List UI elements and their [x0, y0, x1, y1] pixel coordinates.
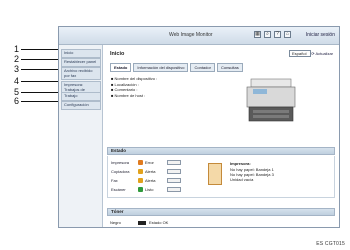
message-line: Unidad vacía — [230, 177, 254, 182]
sidebar-item-home[interactable]: Inicio — [61, 49, 101, 58]
sidebar-item-configuration[interactable]: Configuración — [61, 101, 101, 110]
callout-number: 4 — [14, 76, 20, 86]
toner-level-icon — [138, 220, 146, 225]
ready-icon — [138, 187, 143, 192]
callout-line — [21, 69, 59, 70]
search-icon[interactable]: ⌕ — [264, 31, 271, 38]
toner-row-black: Negro Estado OK — [110, 220, 168, 225]
tab-inquiries[interactable]: Consultas — [216, 63, 243, 72]
toner-color-label: Negro — [110, 220, 121, 225]
printer-image — [246, 78, 296, 122]
callout-number: 3 — [14, 64, 20, 74]
tab-device-info[interactable]: Información del dispositivo — [133, 63, 189, 72]
page-title: Inicio — [110, 51, 125, 57]
status-section-header: Estado — [107, 147, 335, 155]
messages-title: Impresora: — [230, 161, 251, 166]
sidebar: Inicio Restablecer panel Archivo recibid… — [59, 45, 103, 227]
status-section: Impresora Error Copiadora Alerta Fax Ale… — [107, 156, 335, 198]
refresh-label: Actualizar — [315, 51, 333, 56]
status-messages: Impresora: No hay papel: Bandeja 1 No ha… — [230, 161, 274, 182]
callout-line — [21, 49, 59, 50]
status-row-scanner: Escáner Listo — [111, 187, 181, 192]
error-icon — [138, 160, 143, 165]
device-info-list: ■ Nombre del dispositivo : ■ Localizació… — [111, 76, 157, 98]
callout-number: 2 — [14, 54, 20, 64]
callout-number: 1 — [14, 44, 20, 54]
status-gauge — [167, 178, 181, 183]
status-row-copier: Copiadora Alerta — [111, 169, 181, 174]
tab-counter[interactable]: Contador — [190, 63, 215, 72]
paper-tray-icon — [208, 163, 222, 185]
header-icon-group: ▦ ⌕ ? ⌂ — [254, 31, 291, 38]
status-gauge — [167, 187, 181, 192]
grid-icon[interactable]: ▦ — [254, 31, 261, 38]
tab-bar: Estado Información del dispositivo Conta… — [110, 63, 243, 72]
refresh-button[interactable]: ⟳ Actualizar — [311, 51, 333, 56]
app-title: Web Image Monitor — [169, 32, 213, 38]
toner-status: Estado OK — [149, 220, 169, 225]
sidebar-item-reset-panel[interactable]: Restablecer panel — [61, 58, 101, 67]
figure-code: ES CGT015 — [316, 241, 345, 247]
sidebar-item-job[interactable]: Trabajo — [61, 92, 101, 101]
home-icon[interactable]: ⌂ — [284, 31, 291, 38]
main-content: Inicio Español ⟳ Actualizar Estado Infor… — [107, 49, 335, 227]
toner-section-header: Tóner — [107, 208, 335, 216]
language-select[interactable]: Español — [289, 50, 311, 57]
status-row-fax: Fax Alerta — [111, 178, 181, 183]
info-host-name: ■ Nombre de host : — [111, 92, 146, 98]
web-image-monitor-window: Web Image Monitor ▦ ⌕ ? ⌂ Iniciar sesión… — [58, 26, 340, 228]
alert-icon — [138, 178, 143, 183]
callout-number: 6 — [14, 96, 20, 106]
tab-status[interactable]: Estado — [110, 63, 132, 72]
callout-line — [21, 81, 59, 82]
status-row-printer: Impresora Error — [111, 160, 181, 165]
sidebar-item-received-fax-file[interactable]: Archivo recibido por fax — [61, 67, 101, 80]
login-link[interactable]: Iniciar sesión — [306, 32, 335, 38]
status-gauge — [167, 169, 181, 174]
status-gauge — [167, 160, 181, 165]
callout-line — [21, 92, 59, 93]
question-icon[interactable]: ? — [274, 31, 281, 38]
callout-line — [21, 59, 59, 60]
callout-line — [21, 101, 59, 102]
header-bar: Web Image Monitor ▦ ⌕ ? ⌂ Iniciar sesión — [59, 27, 339, 45]
alert-icon — [138, 169, 143, 174]
